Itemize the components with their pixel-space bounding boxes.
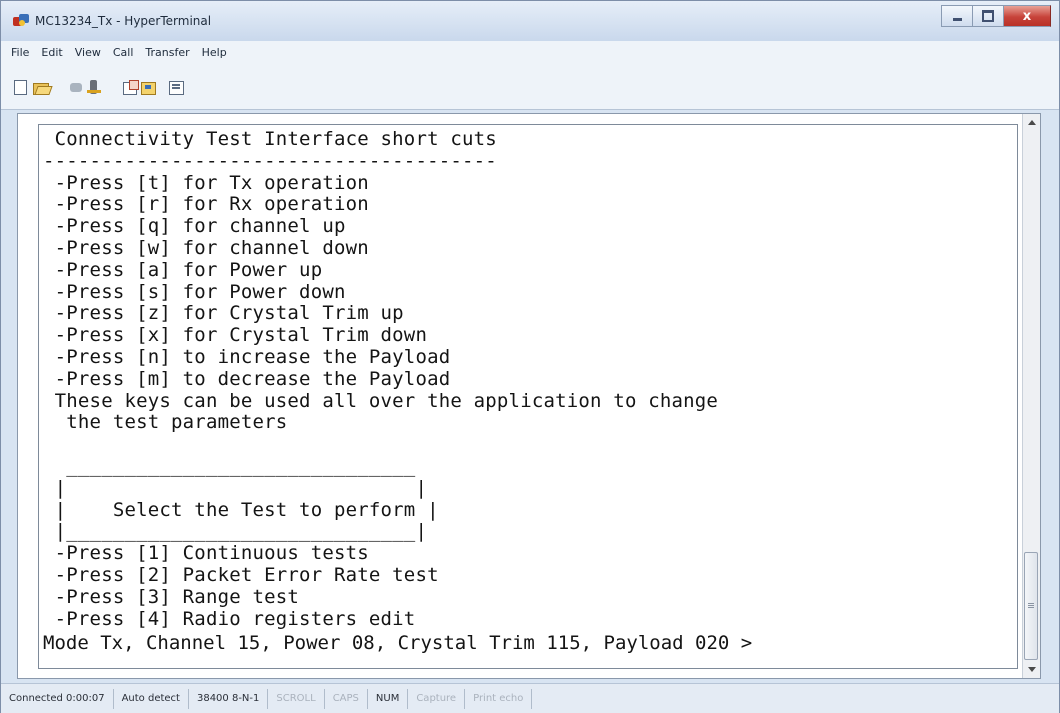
new-connection-icon[interactable] bbox=[14, 80, 27, 95]
terminal-line: -Press [q] for channel up bbox=[43, 215, 346, 238]
terminal-line: the test parameters bbox=[43, 411, 288, 434]
disconnect-icon[interactable] bbox=[87, 80, 103, 94]
terminal-line: ______________________________ bbox=[43, 454, 416, 477]
toolbar bbox=[1, 63, 1059, 110]
menu-edit[interactable]: Edit bbox=[41, 46, 62, 59]
minimize-button[interactable] bbox=[941, 5, 972, 27]
terminal-frame: Connectivity Test Interface short cuts --… bbox=[17, 113, 1041, 679]
menu-transfer[interactable]: Transfer bbox=[145, 46, 189, 59]
open-icon[interactable] bbox=[33, 80, 53, 95]
terminal-line: |______________________________| bbox=[43, 520, 428, 543]
status-auto-detect: Auto detect bbox=[114, 688, 189, 709]
terminal-line: | | bbox=[43, 476, 428, 499]
status-print-echo: Print echo bbox=[465, 688, 533, 709]
terminal-line: -Press [2] Packet Error Rate test bbox=[43, 563, 439, 586]
properties-icon[interactable] bbox=[169, 80, 185, 95]
terminal-line: -Press [3] Range test bbox=[43, 585, 300, 608]
maximize-button[interactable] bbox=[972, 5, 1003, 27]
terminal-line: -Press [x] for Crystal Trim down bbox=[43, 324, 428, 347]
terminal-line: Connectivity Test Interface short cuts bbox=[43, 128, 497, 150]
send-icon[interactable] bbox=[123, 80, 139, 95]
status-num: NUM bbox=[368, 688, 409, 709]
terminal-line: -Press [r] for Rx operation bbox=[43, 193, 369, 216]
receive-icon[interactable] bbox=[141, 80, 157, 95]
menu-call[interactable]: Call bbox=[113, 46, 134, 59]
terminal-line: -Press [s] for Power down bbox=[43, 280, 346, 303]
scrollbar-thumb[interactable] bbox=[1024, 552, 1038, 660]
terminal-line: -Press [z] for Crystal Trim up bbox=[43, 302, 404, 325]
hyperterminal-app-icon[interactable] bbox=[13, 14, 29, 28]
terminal-line: -Press [n] to increase the Payload bbox=[43, 345, 451, 368]
status-connected-0-00-07: Connected 0:00:07 bbox=[1, 688, 114, 709]
terminal-line: --------------------------------------- bbox=[43, 149, 497, 172]
terminal-line: -Press [1] Continuous tests bbox=[43, 542, 369, 565]
status-38400-8-n-1: 38400 8-N-1 bbox=[189, 688, 269, 709]
terminal-line: -Press [w] for channel down bbox=[43, 236, 369, 259]
terminal-line: -Press [t] for Tx operation bbox=[43, 171, 369, 194]
status-capture: Capture bbox=[408, 688, 466, 709]
status-scroll: SCROLL bbox=[268, 688, 325, 709]
terminal-line: -Press [4] Radio registers edit bbox=[43, 607, 416, 630]
terminal-output: Connectivity Test Interface short cuts --… bbox=[43, 128, 719, 630]
terminal-prompt: Mode Tx, Channel 15, Power 08, Crystal T… bbox=[43, 632, 753, 654]
terminal-line: -Press [m] to decrease the Payload bbox=[43, 367, 451, 390]
menu-file[interactable]: File bbox=[11, 46, 29, 59]
scroll-down-arrow-icon[interactable] bbox=[1023, 661, 1040, 678]
connect-icon[interactable] bbox=[69, 80, 85, 94]
vertical-scrollbar[interactable] bbox=[1022, 114, 1040, 678]
status-bar: Connected 0:00:07 Auto detect 38400 8-N-1 S… bbox=[1, 683, 1059, 713]
window-controls: x bbox=[941, 5, 1051, 27]
terminal-line: -Press [a] for Power up bbox=[43, 258, 323, 281]
menu-view[interactable]: View bbox=[75, 46, 101, 59]
terminal-line: These keys can be used all over the appl… bbox=[43, 389, 719, 412]
terminal-screen[interactable]: Connectivity Test Interface short cuts --… bbox=[38, 124, 1018, 669]
terminal-line: | Select the Test to perform | bbox=[43, 498, 439, 521]
close-button[interactable]: x bbox=[1003, 5, 1051, 27]
menu-bar: File Edit View Call Transfer Help bbox=[1, 41, 1059, 63]
hyperterminal-window: MC13234_Tx - HyperTerminal x File Edit Vie… bbox=[0, 0, 1060, 713]
menu-help[interactable]: Help bbox=[202, 46, 227, 59]
status-caps: CAPS bbox=[325, 688, 368, 709]
scroll-up-arrow-icon[interactable] bbox=[1023, 114, 1040, 131]
window-title: MC13234_Tx - HyperTerminal bbox=[35, 14, 212, 28]
title-bar[interactable]: MC13234_Tx - HyperTerminal x bbox=[1, 1, 1059, 41]
